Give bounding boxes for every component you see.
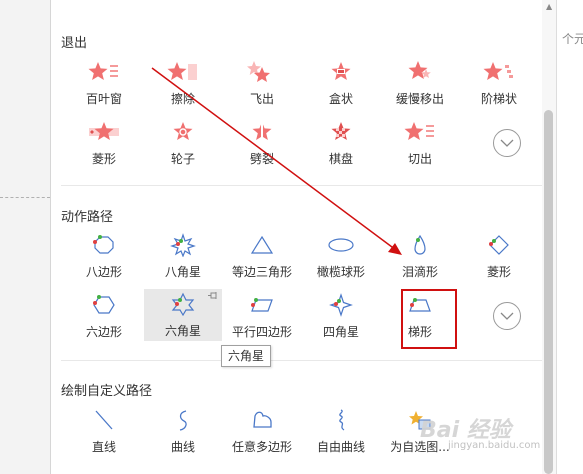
baidu-watermark-url: jingyan.baidu.com — [448, 440, 541, 451]
annotation-arrow-icon — [151, 67, 402, 255]
